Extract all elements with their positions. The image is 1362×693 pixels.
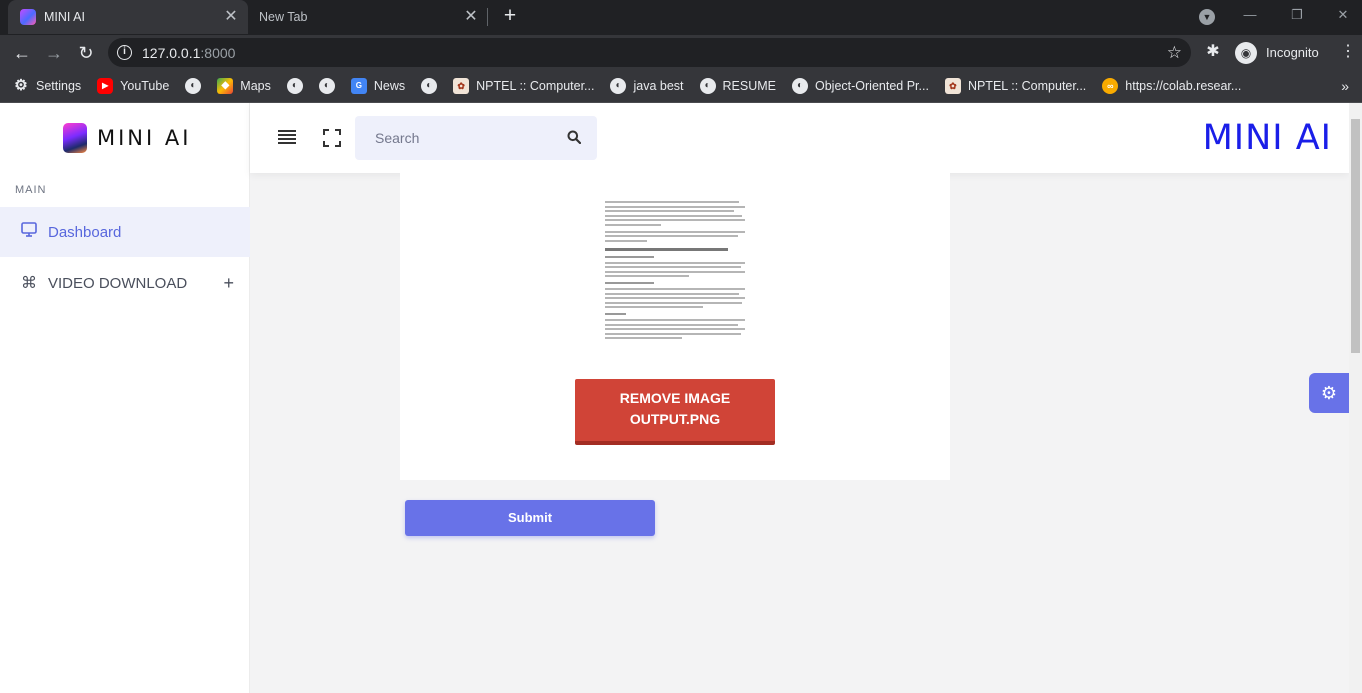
scrollbar-thumb[interactable] bbox=[1351, 119, 1360, 353]
incognito-profile-button[interactable]: ◉ Incognito bbox=[1232, 39, 1325, 66]
nptel-icon: ✿ bbox=[453, 78, 470, 94]
youtube-icon: ▶ bbox=[97, 78, 114, 94]
bookmark-resume[interactable]: ◐ RESUME bbox=[699, 78, 776, 94]
fullscreen-icon[interactable] bbox=[323, 129, 341, 147]
bookmark-colab[interactable]: ∞ https://colab.resear... bbox=[1102, 78, 1241, 94]
extensions-puzzle-icon[interactable]: ✱ bbox=[1204, 43, 1222, 61]
maps-icon: ◆ bbox=[217, 78, 234, 94]
globe-icon: ◐ bbox=[185, 78, 202, 94]
sidebar-item-label: Dashboard bbox=[48, 223, 122, 241]
bookmark-star-icon[interactable]: ☆ bbox=[1167, 43, 1182, 63]
sidebar-item-dashboard[interactable]: Dashboard bbox=[0, 207, 250, 257]
nptel-icon: ✿ bbox=[944, 78, 961, 94]
remove-image-label-line1: REMOVE IMAGE bbox=[619, 390, 731, 406]
bookmark-globe[interactable]: ◐ bbox=[318, 78, 342, 94]
bookmark-nptel[interactable]: ✿ NPTEL :: Computer... bbox=[944, 78, 1087, 94]
bookmark-label: Settings bbox=[36, 79, 82, 93]
bookmark-globe[interactable]: ◐ bbox=[421, 78, 444, 94]
globe-icon: ◐ bbox=[421, 78, 438, 94]
bookmark-label: Object-Oriented Pr... bbox=[815, 79, 929, 93]
tab-divider bbox=[487, 8, 488, 26]
globe-icon: ◐ bbox=[699, 78, 716, 94]
tab-search-icon[interactable]: ▼ bbox=[1199, 9, 1215, 25]
page-scrollbar[interactable] bbox=[1349, 103, 1362, 693]
document-image-thumbnail bbox=[605, 201, 745, 356]
bookmarks-bar: ⚙ Settings ▶ YouTube ◐ ◆ Maps ◐ ◐ G News ◐ ✿… bbox=[0, 70, 1362, 103]
brand-title: MINI AI bbox=[1202, 118, 1332, 158]
bookmark-label: NPTEL :: Computer... bbox=[967, 79, 1087, 93]
bookmark-label: Maps bbox=[240, 79, 271, 93]
logo-text: MINI AI bbox=[97, 126, 192, 150]
minimize-icon[interactable]: — bbox=[1238, 4, 1262, 26]
mini-ai-favicon-icon bbox=[20, 9, 36, 25]
bookmark-label: News bbox=[373, 79, 406, 93]
bookmark-label: NPTEL :: Computer... bbox=[476, 79, 595, 93]
back-arrow-icon[interactable]: ← bbox=[9, 40, 35, 66]
bookmark-label: java best bbox=[633, 79, 684, 93]
colab-icon: ∞ bbox=[1102, 78, 1119, 94]
site-info-icon[interactable]: i bbox=[117, 45, 132, 60]
bookmark-nptel[interactable]: ✿ NPTEL :: Computer... bbox=[453, 78, 594, 94]
search-input[interactable] bbox=[355, 116, 555, 160]
search-icon[interactable] bbox=[567, 130, 581, 144]
mini-ai-logo-icon bbox=[63, 123, 87, 153]
restore-icon[interactable]: ❐ bbox=[1285, 4, 1309, 26]
top-bar: MINI AI bbox=[250, 103, 1349, 173]
sidebar: MINI AI MAIN Dashboard ⌘ VIDEO DOWNLOAD … bbox=[0, 103, 250, 693]
address-bar[interactable]: i 127.0.0.1:8000 ☆ bbox=[108, 38, 1191, 67]
bookmark-label: https://colab.resear... bbox=[1125, 79, 1242, 93]
close-tab-icon[interactable]: ✕ bbox=[224, 9, 238, 25]
news-icon: G bbox=[350, 78, 367, 94]
sidebar-section-title: MAIN bbox=[15, 184, 47, 196]
remove-image-label-line2: OUTPUT.PNG bbox=[629, 411, 721, 427]
bookmark-globe[interactable]: ◐ bbox=[286, 78, 310, 94]
incognito-icon: ◉ bbox=[1235, 41, 1257, 64]
image-preview-card: REMOVE IMAGE OUTPUT.PNG bbox=[400, 173, 950, 480]
globe-icon: ◐ bbox=[286, 78, 303, 94]
web-page: MINI AI MAIN Dashboard ⌘ VIDEO DOWNLOAD … bbox=[0, 103, 1362, 693]
search-box bbox=[355, 116, 597, 160]
bookmark-news[interactable]: G News bbox=[350, 78, 406, 94]
sidebar-item-video-download[interactable]: ⌘ VIDEO DOWNLOAD + bbox=[0, 258, 250, 308]
bookmark-youtube[interactable]: ▶ YouTube bbox=[97, 78, 169, 94]
incognito-label: Incognito bbox=[1266, 45, 1319, 60]
gear-icon: ⚙ bbox=[14, 77, 28, 94]
new-tab-icon[interactable]: + bbox=[499, 5, 521, 27]
monitor-icon bbox=[20, 222, 38, 242]
expand-plus-icon[interactable]: + bbox=[223, 273, 234, 294]
bookmark-label: YouTube bbox=[120, 79, 170, 93]
url-port: :8000 bbox=[200, 45, 236, 61]
command-icon: ⌘ bbox=[21, 275, 37, 292]
tab-title: New Tab bbox=[259, 10, 308, 24]
browser-tab-strip: MINI AI ✕ New Tab ✕ + ▼ — ❐ ✕ bbox=[0, 0, 1362, 35]
tab-new-tab[interactable]: New Tab ✕ bbox=[248, 0, 488, 34]
sidebar-logo[interactable]: MINI AI bbox=[63, 123, 191, 153]
bookmark-settings[interactable]: ⚙ Settings bbox=[13, 78, 81, 94]
remove-image-button[interactable]: REMOVE IMAGE OUTPUT.PNG bbox=[575, 379, 775, 445]
forward-arrow-icon[interactable]: → bbox=[41, 40, 67, 66]
submit-button[interactable]: Submit bbox=[405, 500, 655, 536]
tab-title: MINI AI bbox=[44, 10, 85, 24]
sidebar-item-label: VIDEO DOWNLOAD bbox=[48, 274, 188, 292]
settings-gear-icon[interactable]: ⚙ bbox=[1309, 373, 1349, 413]
chevron-double-right-icon[interactable]: » bbox=[1341, 78, 1349, 94]
bookmark-maps[interactable]: ◆ Maps bbox=[217, 78, 271, 94]
globe-icon: ◐ bbox=[610, 78, 627, 94]
close-tab-icon[interactable]: ✕ bbox=[464, 9, 478, 25]
bookmark-globe[interactable]: ◐ bbox=[185, 78, 208, 94]
globe-icon: ◐ bbox=[792, 78, 808, 94]
globe-icon: ◐ bbox=[318, 78, 335, 94]
bookmark-oop[interactable]: ◐ Object-Oriented Pr... bbox=[792, 78, 929, 94]
bookmark-label: RESUME bbox=[722, 79, 776, 93]
browser-toolbar: ← → ↻ i 127.0.0.1:8000 ☆ ✱ ◉ Incognito ⋮ bbox=[0, 35, 1362, 70]
url-host: 127.0.0.1 bbox=[142, 45, 201, 61]
tab-mini-ai[interactable]: MINI AI ✕ bbox=[8, 0, 248, 34]
close-window-icon[interactable]: ✕ bbox=[1331, 4, 1355, 26]
hamburger-menu-icon[interactable] bbox=[278, 130, 296, 144]
address-url[interactable]: 127.0.0.1:8000 bbox=[142, 45, 235, 61]
browser-menu-icon[interactable]: ⋮ bbox=[1340, 42, 1356, 62]
reload-icon[interactable]: ↻ bbox=[73, 40, 99, 66]
bookmark-java-best[interactable]: ◐ java best bbox=[610, 78, 684, 94]
